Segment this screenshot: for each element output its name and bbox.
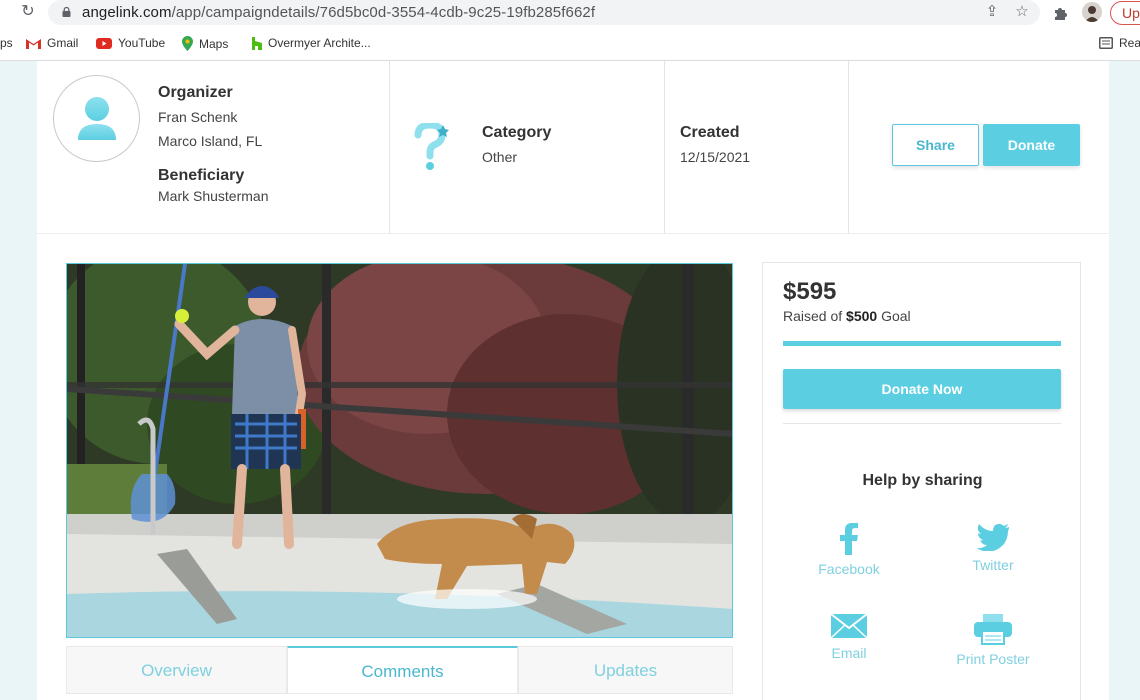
organizer-name: Fran Schenk: [158, 109, 238, 125]
share-twitter[interactable]: Twitter: [938, 523, 1048, 573]
donate-now-button[interactable]: Donate Now: [783, 369, 1061, 409]
share-facebook[interactable]: Facebook: [794, 523, 904, 577]
question-mark-icon: [414, 123, 449, 170]
raised-prefix: Raised of: [783, 308, 843, 324]
tab-comments[interactable]: Comments: [287, 646, 518, 694]
printer-icon: [974, 614, 1012, 645]
print-poster-label: Print Poster: [956, 651, 1030, 667]
email-label: Email: [831, 645, 867, 661]
bookmark-maps[interactable]: Maps: [182, 36, 228, 51]
category-value: Other: [482, 149, 518, 165]
tab-overview[interactable]: Overview: [66, 646, 287, 694]
campaign-page: Organizer Fran Schenk Marco Island, FL B…: [0, 61, 1140, 700]
funding-progress-fill: [783, 341, 1061, 346]
organizer-column: Organizer Fran Schenk Marco Island, FL B…: [37, 61, 390, 233]
facebook-icon: [840, 523, 858, 555]
campaign-info-bar: Organizer Fran Schenk Marco Island, FL B…: [37, 61, 1109, 233]
lock-icon[interactable]: [62, 7, 71, 17]
created-column: Created 12/15/2021: [665, 61, 849, 233]
bookmark-star-icon[interactable]: ☆: [1014, 4, 1030, 20]
campaign-tabs: Overview Comments Updates: [66, 646, 733, 694]
bookmark-label: YouTube: [118, 36, 166, 50]
reading-list-label: Rea: [1119, 36, 1140, 50]
extensions-icon[interactable]: [1052, 4, 1070, 22]
gmail-icon: [26, 38, 41, 49]
reading-list[interactable]: Rea: [1099, 36, 1140, 50]
houzz-icon: [252, 36, 262, 50]
beneficiary-name: Mark Shusterman: [158, 188, 269, 204]
panel-divider: [783, 423, 1061, 424]
reload-icon[interactable]: ↻: [19, 3, 37, 21]
user-icon: [78, 97, 116, 140]
bookmarks-bar: ps Gmail YouTube Maps Overmyer Archite..…: [0, 26, 1140, 78]
created-value: 12/15/2021: [680, 149, 751, 165]
url-text[interactable]: angelink.com/app/campaigndetails/76d5bc0…: [82, 4, 595, 21]
goal-text: Raised of $500 Goal: [783, 308, 911, 324]
share-print-poster[interactable]: Print Poster: [938, 613, 1048, 667]
bookmark-label: Maps: [199, 36, 229, 51]
campaign-photo: [66, 263, 733, 638]
reading-list-icon: [1099, 37, 1113, 49]
category-column: Category Other: [390, 61, 665, 233]
browser-toolbar: ↻ angelink.com/app/campaigndetails/76d5b…: [0, 0, 1140, 26]
bookmark-gmail[interactable]: Gmail: [26, 36, 78, 50]
donation-panel: $595 Raised of $500 Goal Donate Now Help…: [762, 262, 1081, 700]
bookmark-label: ps: [0, 36, 13, 50]
campaign-main-card: Overview Comments Updates $595 Raised of…: [37, 233, 1109, 700]
share-button[interactable]: Share: [892, 124, 979, 166]
campaign-photo-image: [67, 264, 732, 637]
goal-suffix: Goal: [881, 308, 911, 324]
bookmark-youtube[interactable]: YouTube: [96, 36, 165, 50]
created-label: Created: [680, 124, 740, 141]
url-path: /app/campaigndetails/76d5bc0d-3554-4cdb-…: [171, 4, 596, 21]
youtube-icon: [96, 37, 112, 49]
share-page-icon[interactable]: ⇪: [984, 4, 1000, 20]
bookmark-label: Gmail: [47, 36, 79, 50]
profile-avatar[interactable]: [1082, 2, 1102, 22]
bookmark-apps[interactable]: ps: [0, 36, 13, 50]
bookmark-overmyer[interactable]: Overmyer Archite...: [252, 36, 371, 50]
beneficiary-label: Beneficiary: [158, 167, 245, 184]
organizer-avatar: [53, 75, 140, 162]
twitter-label: Twitter: [972, 557, 1014, 573]
maps-icon: [182, 36, 193, 51]
category-label: Category: [482, 124, 552, 141]
organizer-label: Organizer: [158, 84, 233, 101]
amount-raised: $595: [783, 278, 837, 305]
funding-progress-bar: [783, 341, 1061, 346]
email-icon: [830, 613, 868, 639]
bookmark-label: Overmyer Archite...: [268, 36, 371, 50]
share-email[interactable]: Email: [794, 613, 904, 661]
tab-updates[interactable]: Updates: [518, 646, 733, 694]
update-button[interactable]: Up: [1110, 1, 1140, 25]
url-host: angelink.com: [82, 4, 172, 21]
goal-amount: $500: [846, 308, 878, 324]
help-by-sharing-title: Help by sharing: [862, 472, 983, 489]
twitter-icon: [977, 524, 1009, 551]
donate-button[interactable]: Donate: [983, 124, 1080, 166]
organizer-location: Marco Island, FL: [158, 133, 263, 149]
facebook-label: Facebook: [818, 561, 880, 577]
